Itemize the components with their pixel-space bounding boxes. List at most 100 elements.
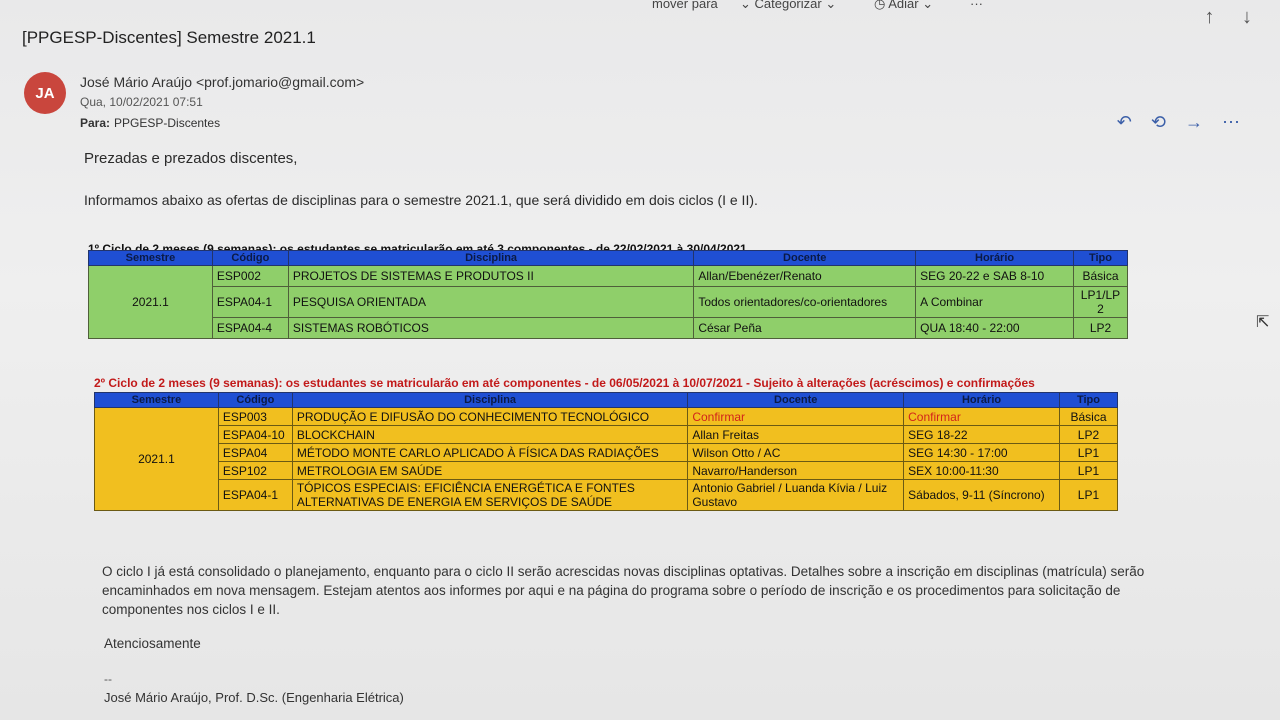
tipo-cell: LP1 — [1058, 443, 1119, 462]
horario-cell: Sábados, 9-11 (Síncrono) — [903, 479, 1060, 511]
tipo-cell: Básica — [1072, 265, 1129, 287]
arrow-up-icon[interactable]: ↑ — [1204, 6, 1214, 28]
tipo-cell: LP2 — [1058, 425, 1119, 444]
toolbar: mover para ⌄ Categorizar ⌄ ◷ Adiar ⌄ ··· — [0, 0, 1280, 16]
codigo-cell: ESPA04 — [217, 443, 293, 462]
cycle2-table: Semestre Código Disciplina Docente Horár… — [94, 392, 1119, 511]
header-horario: Horário — [915, 250, 1074, 266]
intro-text: Informamos abaixo as ofertas de discipli… — [84, 192, 758, 208]
header-docente: Docente — [687, 392, 905, 408]
table-row: 2021.1 ESP003 PRODUÇÃO E DIFUSÃO DO CONH… — [94, 407, 1119, 511]
reply-icon[interactable]: ↶ — [1117, 112, 1132, 132]
cycle2-title: 2º Ciclo de 2 meses (9 semanas): os estu… — [94, 376, 1035, 390]
header-tipo: Tipo — [1058, 392, 1119, 408]
signature-separator: -- — [104, 672, 112, 686]
table-header-row: Semestre Código Disciplina Docente Horár… — [88, 250, 1129, 266]
codigo-cell: ESP002 — [211, 265, 289, 287]
horario-cell: SEG 14:30 - 17:00 — [903, 443, 1060, 462]
tipo-cell: Básica — [1058, 407, 1119, 426]
horario-cell: SEX 10:00-11:30 — [903, 461, 1060, 480]
tipo-cell: LP1 — [1058, 461, 1119, 480]
cycle1-table: Semestre Código Disciplina Docente Horár… — [88, 250, 1129, 339]
header-disciplina: Disciplina — [291, 392, 689, 408]
disciplina-cell: TÓPICOS ESPECIAIS: EFICIÊNCIA ENERGÉTICA… — [291, 479, 689, 511]
codigo-cell: ESP102 — [217, 461, 293, 480]
table-row: ESP102 METROLOGIA EM SAÚDE Navarro/Hande… — [95, 461, 1119, 480]
docente-cell: Todos orientadores/co-orientadores — [693, 286, 917, 318]
horario-cell: Confirmar — [903, 407, 1060, 426]
chevron-down-icon: ⌄ — [825, 0, 837, 11]
avatar[interactable]: JA — [24, 72, 66, 114]
header-horario: Horário — [903, 392, 1060, 408]
sent-date: Qua, 10/02/2021 07:51 — [80, 95, 203, 109]
mouse-cursor-icon: ⇱ — [1256, 314, 1270, 331]
disciplina-cell: MÉTODO MONTE CARLO APLICADO À FÍSICA DAS… — [291, 443, 689, 462]
sender[interactable]: José Mário Araújo <prof.jomario@gmail.co… — [80, 74, 364, 90]
snooze-button[interactable]: ◷ Adiar ⌄ — [874, 0, 933, 12]
forward-icon[interactable]: → — [1185, 112, 1203, 132]
codigo-cell: ESPA04-1 — [217, 479, 293, 511]
header-codigo: Código — [217, 392, 293, 408]
codigo-cell: ESPA04-4 — [211, 317, 289, 339]
message-actions: ↶ ⟲ → ⋯ — [1103, 112, 1240, 133]
docente-cell: Allan Freitas — [687, 425, 905, 444]
table-row: ESPA04-4 SISTEMAS ROBÓTICOS César Peña Q… — [89, 317, 1129, 339]
codigo-cell: ESPA04-1 — [211, 286, 289, 318]
docente-cell: Confirmar — [687, 407, 905, 426]
closing-paragraph: O ciclo I já está consolidado o planejam… — [102, 564, 1145, 617]
codigo-cell: ESP003 — [217, 407, 293, 426]
docente-cell: Allan/Ebenézer/Renato — [693, 265, 917, 287]
to-value[interactable]: PPGESP-Discentes — [114, 116, 220, 130]
header-semestre: Semestre — [88, 250, 213, 266]
semestre-cell: 2021.1 — [88, 265, 213, 339]
categorize-label: Categorizar — [754, 0, 822, 11]
more-options-button[interactable]: ··· — [970, 0, 983, 11]
horario-cell: A Combinar — [915, 286, 1074, 318]
message-navigation: ↑ ↓ — [1182, 6, 1252, 29]
table-row: ESPA04-10 BLOCKCHAIN Allan Freitas SEG 1… — [95, 425, 1119, 444]
horario-cell: QUA 18:40 - 22:00 — [915, 317, 1074, 339]
table-row: ESPA04-1 PESQUISA ORIENTADA Todos orient… — [89, 286, 1129, 318]
docente-cell: Navarro/Handerson — [687, 461, 905, 480]
move-button[interactable]: mover para — [652, 0, 718, 11]
recipients: Para: PPGESP-Discentes — [80, 116, 220, 130]
to-label: Para: — [80, 116, 111, 130]
header-tipo: Tipo — [1072, 250, 1129, 266]
regards: Atenciosamente — [104, 636, 201, 651]
tipo-cell: LP1 — [1058, 479, 1119, 511]
chevron-down-icon: ⌄ — [922, 0, 934, 11]
table-row: ESPA04 MÉTODO MONTE CARLO APLICADO À FÍS… — [95, 443, 1119, 462]
disciplina-cell: SISTEMAS ROBÓTICOS — [287, 317, 695, 339]
disciplina-cell: PROJETOS DE SISTEMAS E PRODUTOS II — [287, 265, 695, 287]
more-actions-icon[interactable]: ⋯ — [1222, 112, 1240, 132]
header-semestre: Semestre — [94, 392, 219, 408]
reply-all-icon[interactable]: ⟲ — [1151, 112, 1166, 132]
arrow-down-icon[interactable]: ↓ — [1242, 6, 1252, 28]
disciplina-cell: METROLOGIA EM SAÚDE — [291, 461, 689, 480]
clock-icon: ◷ — [874, 0, 889, 11]
table-header-row: Semestre Código Disciplina Docente Horár… — [94, 392, 1119, 408]
docente-cell: Wilson Otto / AC — [687, 443, 905, 462]
email-subject: [PPGESP-Discentes] Semestre 2021.1 — [22, 28, 316, 47]
semestre-cell: 2021.1 — [94, 407, 219, 511]
snooze-label: Adiar — [888, 0, 919, 11]
horario-cell: SEG 20-22 e SAB 8-10 — [915, 265, 1074, 287]
docente-cell: César Peña — [693, 317, 917, 339]
tipo-cell: LP1/LP 2 — [1072, 286, 1129, 318]
codigo-cell: ESPA04-10 — [217, 425, 293, 444]
header-disciplina: Disciplina — [287, 250, 695, 266]
greeting: Prezadas e prezados discentes, — [84, 150, 298, 167]
header-codigo: Código — [211, 250, 289, 266]
horario-cell: SEG 18-22 — [903, 425, 1060, 444]
disciplina-cell: PRODUÇÃO E DIFUSÃO DO CONHECIMENTO TECNO… — [291, 407, 689, 426]
table-row: 2021.1 ESP002 PROJETOS DE SISTEMAS E PRO… — [88, 265, 1129, 339]
categorize-button[interactable]: ⌄ Categorizar ⌄ — [740, 0, 836, 12]
tag-icon: ⌄ — [740, 0, 755, 11]
table-row: ESPA04-1 TÓPICOS ESPECIAIS: EFICIÊNCIA E… — [95, 479, 1119, 511]
disciplina-cell: PESQUISA ORIENTADA — [287, 286, 695, 318]
disciplina-cell: BLOCKCHAIN — [291, 425, 689, 444]
signature: José Mário Araújo, Prof. D.Sc. (Engenhar… — [104, 690, 404, 705]
docente-cell: Antonio Gabriel / Luanda Kívia / Luiz Gu… — [687, 479, 905, 511]
tipo-cell: LP2 — [1072, 317, 1129, 339]
header-docente: Docente — [693, 250, 917, 266]
